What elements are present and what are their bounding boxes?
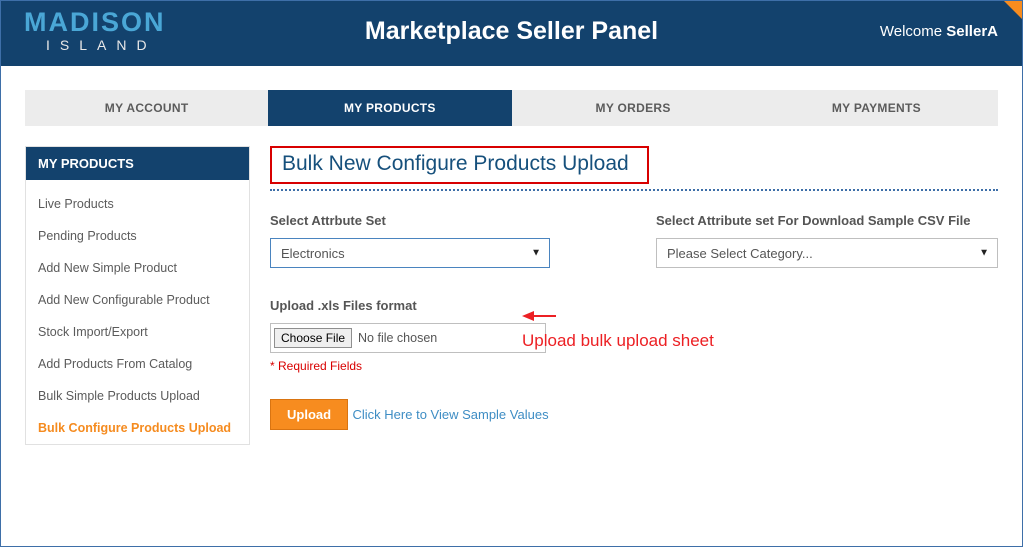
welcome-user: SellerA <box>946 23 998 40</box>
no-file-text: No file chosen <box>358 331 437 345</box>
sidebar: MY PRODUCTS Live Products Pending Produc… <box>25 146 250 445</box>
attr-set-select[interactable]: Electronics ▼ <box>270 238 550 268</box>
header-bar: MADISON ISLAND Marketplace Seller Panel … <box>1 1 1022 66</box>
page-title-wrap: Bulk New Configure Products Upload <box>270 146 998 184</box>
tab-my-account[interactable]: MY ACCOUNT <box>25 90 268 126</box>
sidebar-item-stock-io[interactable]: Stock Import/Export <box>26 316 249 348</box>
form-col-right: Select Attribute set For Download Sample… <box>656 213 998 430</box>
sidebar-title: MY PRODUCTS <box>26 147 249 180</box>
sidebar-list: Live Products Pending Products Add New S… <box>26 188 249 444</box>
top-nav: MY ACCOUNT MY PRODUCTS MY ORDERS MY PAYM… <box>25 90 998 126</box>
sidebar-item-pending-products[interactable]: Pending Products <box>26 220 249 252</box>
caret-down-icon: ▼ <box>979 248 989 259</box>
dotted-divider <box>270 189 998 191</box>
content-area: MY PRODUCTS Live Products Pending Produc… <box>25 146 998 445</box>
file-input[interactable]: Choose File No file chosen <box>270 323 546 353</box>
sample-csv-label: Select Attribute set For Download Sample… <box>656 213 998 228</box>
upload-button[interactable]: Upload <box>270 399 348 430</box>
sidebar-item-catalog[interactable]: Add Products From Catalog <box>26 348 249 380</box>
attr-set-value: Electronics <box>281 246 345 261</box>
annotation-arrow-icon <box>522 309 556 323</box>
form-row: Select Attrbute Set Electronics ▼ Upload… <box>270 213 998 430</box>
tab-my-payments[interactable]: MY PAYMENTS <box>755 90 998 126</box>
sidebar-item-live-products[interactable]: Live Products <box>26 188 249 220</box>
sidebar-item-bulk-configure[interactable]: Bulk Configure Products Upload <box>26 412 249 444</box>
page-title: Bulk New Configure Products Upload <box>270 146 649 184</box>
sidebar-item-add-simple[interactable]: Add New Simple Product <box>26 252 249 284</box>
tab-my-products[interactable]: MY PRODUCTS <box>268 90 511 126</box>
view-sample-link[interactable]: Click Here to View Sample Values <box>353 407 549 422</box>
corner-accent-icon <box>1004 1 1022 19</box>
panel-title: Marketplace Seller Panel <box>1 17 1022 46</box>
choose-file-button[interactable]: Choose File <box>274 328 352 348</box>
attr-set-label: Select Attrbute Set <box>270 213 596 228</box>
sample-csv-select[interactable]: Please Select Category... ▼ <box>656 238 998 268</box>
sidebar-item-bulk-simple[interactable]: Bulk Simple Products Upload <box>26 380 249 412</box>
required-fields-text: * Required Fields <box>270 359 596 373</box>
tab-my-orders[interactable]: MY ORDERS <box>512 90 755 126</box>
welcome-prefix: Welcome <box>880 23 946 40</box>
sample-csv-value: Please Select Category... <box>667 246 813 261</box>
sidebar-item-add-configurable[interactable]: Add New Configurable Product <box>26 284 249 316</box>
welcome-text: Welcome SellerA <box>880 23 998 40</box>
caret-down-icon: ▼ <box>531 248 541 259</box>
annotation-text: Upload bulk upload sheet <box>522 331 714 351</box>
main-panel: Bulk New Configure Products Upload Selec… <box>270 146 998 445</box>
